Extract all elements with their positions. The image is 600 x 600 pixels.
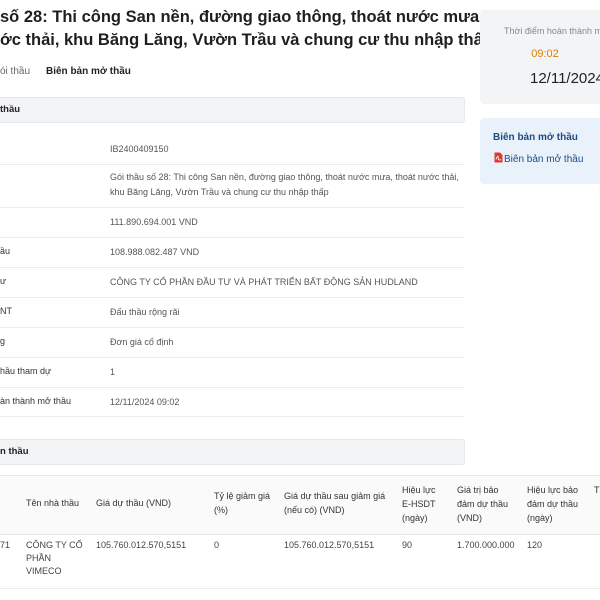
validity-days: 90 [402, 540, 413, 550]
info-row: ư CÔNG TY CỔ PHẦN ĐẦU TƯ VÀ PHÁT TRIỂN B… [0, 268, 464, 298]
price-after-discount: 105.760.012.570,5151 [284, 540, 375, 550]
info-row-value: IB2400409150 [110, 144, 169, 154]
column-header[interactable]: Tên nhà thầu [26, 496, 86, 510]
info-row: 111.890.694.001 VND [0, 208, 464, 238]
info-row: hầu tham dự 1 [0, 358, 464, 388]
info-row-value: CÔNG TY CỔ PHẦN ĐẦU TƯ VÀ PHÁT TRIỂN BẤT… [110, 277, 418, 287]
info-row: Gói thầu số 28: Thi công San nền, đường … [0, 165, 464, 208]
column-header[interactable]: Hiệu lực E-HSDT (ngày) [402, 483, 446, 525]
completion-date: 12/11/2024 [530, 70, 600, 87]
info-row-value: 111.890.694.001 VND [110, 217, 198, 227]
guarantee-validity: 120 [527, 540, 543, 550]
page-title: số 28: Thi công San nền, đường giao thôn… [0, 6, 493, 52]
info-row: g Đơn giá cố định [0, 328, 464, 358]
info-row: NT Đấu thầu rộng rãi [0, 298, 464, 328]
info-row-label: g [0, 336, 6, 346]
table-row: 71 CÔNG TY CỔ PHẦN VIMECO 105.760.012.57… [0, 534, 600, 589]
column-header[interactable]: Giá dự thầu sau giảm giá (nếu có) (VND) [284, 489, 389, 517]
discount-rate: 0 [214, 540, 220, 550]
info-row: ầu 108.988.082.487 VND [0, 238, 464, 268]
completion-time-card: Thời điểm hoàn thành m 09:02 12/11/2024 [480, 10, 600, 104]
info-row-label: ầu [0, 246, 11, 256]
bidder-section-title: n thầu [0, 446, 29, 457]
column-header[interactable]: Hiệu lực bảo đảm dự thầu (ngày) [527, 483, 585, 525]
info-row-label: hầu tham dự [0, 366, 52, 376]
column-header[interactable]: Giá trị bảo đảm dự thầu (VND) [457, 483, 515, 525]
opening-minutes-title: Biên bản mở thầu [493, 132, 578, 143]
info-row-label: ư [0, 276, 7, 286]
opening-minutes-card: Biên bản mở thầu Biên bản mở thầu [480, 118, 600, 184]
tab-bar: ói thầu Biên bản mở thầu [0, 66, 470, 84]
info-row: àn thành mở thầu 12/11/2024 09:02 [0, 388, 464, 417]
info-row: IB2400409150 [0, 134, 464, 165]
completion-time: 09:02 [531, 48, 559, 60]
info-section-header: thầu [0, 97, 465, 123]
opening-minutes-link[interactable]: Biên bản mở thầu [494, 152, 583, 165]
page-title-line-2: ớc thải, khu Băng Lăng, Vườn Trầu và chu… [0, 31, 493, 49]
tab-bid-info[interactable]: ói thầu [0, 66, 30, 77]
column-header[interactable]: T [594, 483, 600, 497]
info-row-label: NT [0, 306, 12, 316]
opening-minutes-link-label: Biên bản mở thầu [504, 154, 584, 165]
bidder-section-header: n thầu [0, 439, 465, 465]
bidder-table-header: Tên nhà thầu Giá dự thầu (VND) Tỷ lệ giả… [0, 475, 600, 535]
bid-price: 105.760.012.570,5151 [96, 540, 187, 550]
info-row-value: Đấu thầu rộng rãi [110, 307, 180, 317]
info-row-value: 108.988.082.487 VND [110, 247, 200, 257]
column-header[interactable]: Tỷ lệ giảm giá (%) [214, 489, 272, 517]
info-row-value: Đơn giá cố định [110, 337, 174, 347]
bidder-name: CÔNG TY CỔ PHẦN VIMECO [26, 540, 83, 576]
info-row-value: 12/11/2024 09:02 [110, 397, 180, 407]
pdf-icon [494, 152, 503, 163]
info-row-value: Gói thầu số 28: Thi công San nền, đường … [110, 172, 459, 197]
guarantee-value: 1.700.000.000 [457, 540, 515, 550]
tab-opening-minutes[interactable]: Biên bản mở thầu [46, 66, 131, 77]
info-section-title: thầu [0, 104, 21, 115]
column-header[interactable]: Giá dự thầu (VND) [96, 496, 196, 510]
page-title-line-1: số 28: Thi công San nền, đường giao thôn… [0, 8, 484, 26]
info-row-label: àn thành mở thầu [0, 396, 71, 406]
bidder-code: 71 [0, 540, 11, 550]
completion-time-label: Thời điểm hoàn thành m [504, 26, 600, 36]
info-row-value: 1 [110, 367, 116, 377]
